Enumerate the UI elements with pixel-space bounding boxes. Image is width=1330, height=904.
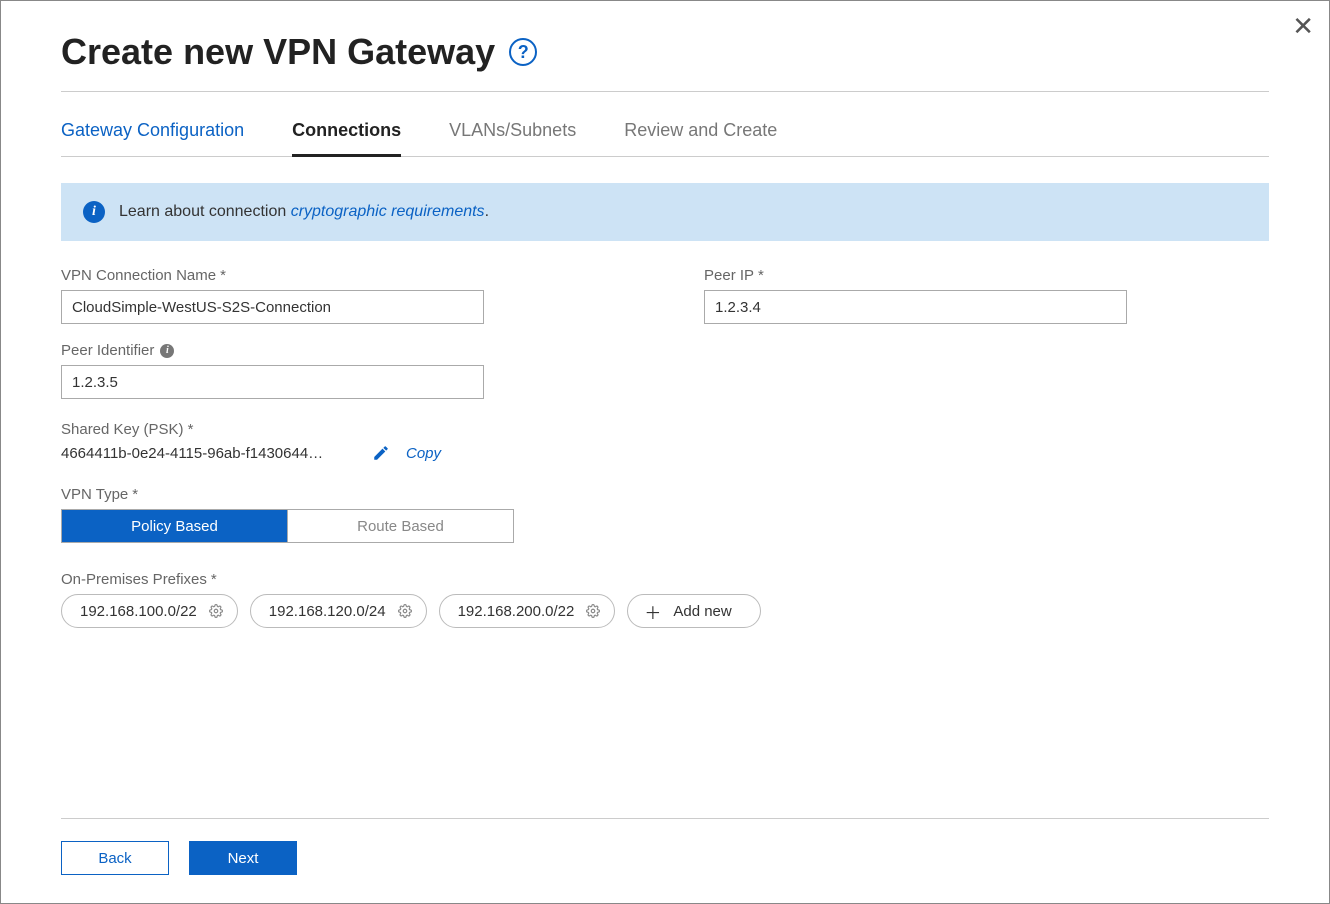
- footer-buttons: Back Next: [61, 841, 1269, 875]
- divider: [61, 818, 1269, 819]
- info-icon[interactable]: i: [160, 344, 174, 358]
- toggle-policy-based[interactable]: Policy Based: [62, 510, 287, 542]
- dialog-body: Create new VPN Gateway ? Gateway Configu…: [1, 1, 1329, 648]
- label-peer-identifier: Peer Identifier i: [61, 342, 1269, 359]
- prefix-chip: 192.168.120.0/24: [250, 594, 427, 628]
- info-suffix: .: [485, 203, 489, 220]
- page-title: Create new VPN Gateway: [61, 31, 495, 73]
- group-peer-ip: Peer IP: [704, 267, 1127, 324]
- label-prefixes: On-Premises Prefixes: [61, 571, 1269, 588]
- label-shared-key: Shared Key (PSK): [61, 421, 1269, 438]
- back-button[interactable]: Back: [61, 841, 169, 875]
- add-label: Add new: [673, 603, 731, 620]
- toggle-route-based[interactable]: Route Based: [287, 510, 513, 542]
- tab-vlans-subnets[interactable]: VLANs/Subnets: [449, 120, 576, 157]
- peer-identifier-input[interactable]: [61, 365, 484, 399]
- footer: Back Next: [61, 818, 1269, 875]
- group-shared-key: Shared Key (PSK) 4664411b-0e24-4115-96ab…: [61, 421, 1269, 486]
- gear-icon[interactable]: [586, 604, 600, 618]
- label-vpn-type: VPN Type: [61, 486, 1269, 503]
- help-icon[interactable]: ?: [509, 38, 537, 66]
- group-vpn-type: VPN Type Policy Based Route Based: [61, 486, 1269, 571]
- peer-ip-input[interactable]: [704, 290, 1127, 324]
- tab-gateway-configuration[interactable]: Gateway Configuration: [61, 120, 244, 157]
- next-button[interactable]: Next: [189, 841, 297, 875]
- info-icon: i: [83, 201, 105, 223]
- edit-icon[interactable]: [372, 444, 390, 462]
- tab-connections[interactable]: Connections: [292, 120, 401, 157]
- prefix-value: 192.168.200.0/22: [458, 603, 575, 620]
- copy-link[interactable]: Copy: [406, 445, 441, 462]
- gear-icon[interactable]: [209, 604, 223, 618]
- vpn-connection-name-input[interactable]: [61, 290, 484, 324]
- prefix-chip: 192.168.100.0/22: [61, 594, 238, 628]
- header-row: Create new VPN Gateway ?: [61, 31, 1269, 73]
- group-connection-name: VPN Connection Name: [61, 267, 484, 324]
- tab-review-and-create[interactable]: Review and Create: [624, 120, 777, 157]
- close-icon[interactable]: ✕: [1292, 11, 1314, 42]
- info-text: Learn about connection cryptographic req…: [119, 203, 489, 221]
- divider: [61, 91, 1269, 92]
- psk-row: 4664411b-0e24-4115-96ab-f1430644… Copy: [61, 444, 1269, 462]
- prefix-value: 192.168.120.0/24: [269, 603, 386, 620]
- prefix-chip: 192.168.200.0/22: [439, 594, 616, 628]
- prefix-value: 192.168.100.0/22: [80, 603, 197, 620]
- shared-key-value: 4664411b-0e24-4115-96ab-f1430644…: [61, 445, 356, 462]
- label-connection-name: VPN Connection Name: [61, 267, 484, 284]
- form-row-1: VPN Connection Name Peer IP: [61, 267, 1269, 324]
- add-prefix-button[interactable]: ＋ Add new: [627, 594, 760, 628]
- label-peer-ip: Peer IP: [704, 267, 1127, 284]
- info-link[interactable]: cryptographic requirements: [291, 203, 485, 220]
- info-prefix: Learn about connection: [119, 203, 291, 220]
- prefixes-row: 192.168.100.0/22 192.168.120.0/24 192.16…: [61, 594, 1269, 628]
- vpn-type-toggle: Policy Based Route Based: [61, 509, 514, 543]
- tabs: Gateway Configuration Connections VLANs/…: [61, 120, 1269, 157]
- plus-icon: ＋: [644, 599, 661, 624]
- info-banner: i Learn about connection cryptographic r…: [61, 183, 1269, 241]
- group-peer-identifier: Peer Identifier i: [61, 342, 1269, 399]
- group-prefixes: On-Premises Prefixes 192.168.100.0/22 19…: [61, 571, 1269, 628]
- gear-icon[interactable]: [398, 604, 412, 618]
